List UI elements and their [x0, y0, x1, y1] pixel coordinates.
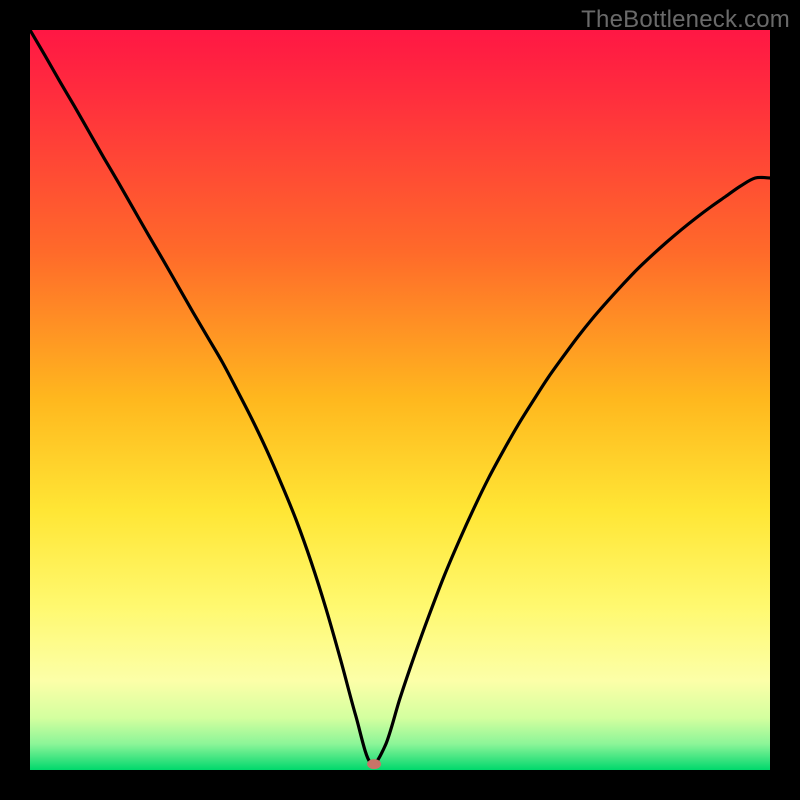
- bottleneck-chart: [30, 30, 770, 770]
- chart-background: [30, 30, 770, 770]
- chart-frame: TheBottleneck.com: [0, 0, 800, 800]
- minimum-marker-icon: [367, 759, 381, 769]
